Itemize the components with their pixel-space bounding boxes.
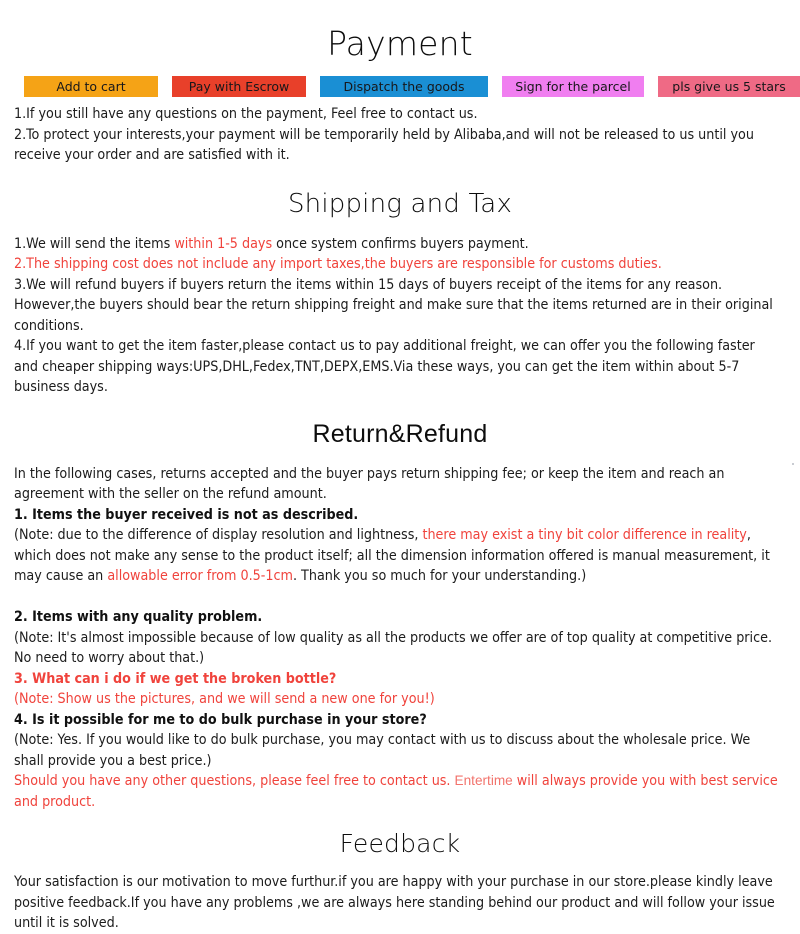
shipping-note-2: 2.The shipping cost does not include any…	[14, 256, 662, 272]
shipping-note-1-highlight: within 1-5 days	[174, 235, 273, 252]
return-question-2: 2. Items with any quality problem.	[14, 609, 263, 625]
return-question-4: 4. Is it possible for me to do bulk purc…	[14, 711, 427, 728]
payment-heading: Payment	[327, 24, 473, 63]
shipping-notes: 1.We will send the items within 1-5 days…	[0, 234, 800, 398]
return-note-1-highlight-allowable-error: allowable error from 0.5-1cm	[107, 568, 293, 584]
shipping-note-4: 4.If you want to get the item faster,ple…	[14, 338, 755, 395]
return-closing-pre: Should you have any other questions, ple…	[14, 773, 455, 789]
payment-note-1: 1.If you still have any questions on the…	[14, 106, 478, 122]
return-note-1-highlight-color-difference: there may exist a tiny bit color differe…	[422, 527, 747, 543]
shipping-note-1-post: once system confirms buyers payment.	[272, 235, 529, 252]
return-note-1: (Note: due to the difference of display …	[14, 525, 778, 587]
payment-shipping-returns-infographic: Payment Add to cart Pay with Escrow Disp…	[0, 24, 800, 931]
payment-step-dispatch-the-goods[interactable]: Dispatch the goods	[320, 76, 488, 97]
brand-name: Entertime	[454, 773, 513, 788]
return-question-1: 1. Items the buyer received is not as de…	[14, 506, 359, 523]
payment-step-sign-for-the-parcel[interactable]: Sign for the parcel	[502, 76, 644, 97]
return-note-4: (Note: Yes. If you would like to do bulk…	[14, 732, 751, 769]
payment-step-pay-with-escrow[interactable]: Pay with Escrow	[172, 76, 306, 97]
return-and-refund-content: In the following cases, returns accepted…	[0, 464, 800, 813]
return-note-1-pre: (Note: due to the difference of display …	[14, 527, 423, 543]
return-question-3: 3. What can i do if we get the broken bo…	[14, 670, 337, 687]
shipping-note-3: 3.We will refund buyers if buyers return…	[14, 276, 773, 334]
return-note-2: (Note: It's almost impossible because of…	[14, 629, 773, 667]
return-spacer	[14, 587, 778, 608]
return-note-1-post: . Thank you so much for your understandi…	[292, 568, 587, 584]
feedback-heading: Feedback	[339, 829, 461, 858]
shipping-and-tax-heading: Shipping and Tax	[287, 188, 513, 219]
shipping-note-1: 1.We will send the items within 1-5 days…	[14, 234, 778, 255]
payment-step-add-to-cart[interactable]: Add to cart	[24, 76, 158, 97]
payment-note-2: 2.To protect your interests,your payment…	[14, 126, 754, 164]
feedback-content: Your satisfaction is our motivation to m…	[0, 872, 800, 934]
payment-step-pls-give-us-5-stars[interactable]: pls give us 5 stars	[658, 76, 800, 97]
payment-step-buttons: Add to cart Pay with Escrow Dispatch the…	[0, 76, 800, 97]
return-closing: Should you have any other questions, ple…	[14, 771, 778, 812]
return-and-refund-heading: Return&Refund	[312, 419, 488, 448]
return-intro: In the following cases, returns accepted…	[14, 465, 725, 503]
return-note-3: (Note: Show us the pictures, and we will…	[14, 691, 435, 707]
payment-notes: 1.If you still have any questions on the…	[0, 104, 800, 166]
edge-artifact-dot	[792, 463, 794, 465]
feedback-body: Your satisfaction is our motivation to m…	[14, 874, 775, 931]
shipping-note-1-pre: 1.We will send the items	[14, 235, 175, 252]
